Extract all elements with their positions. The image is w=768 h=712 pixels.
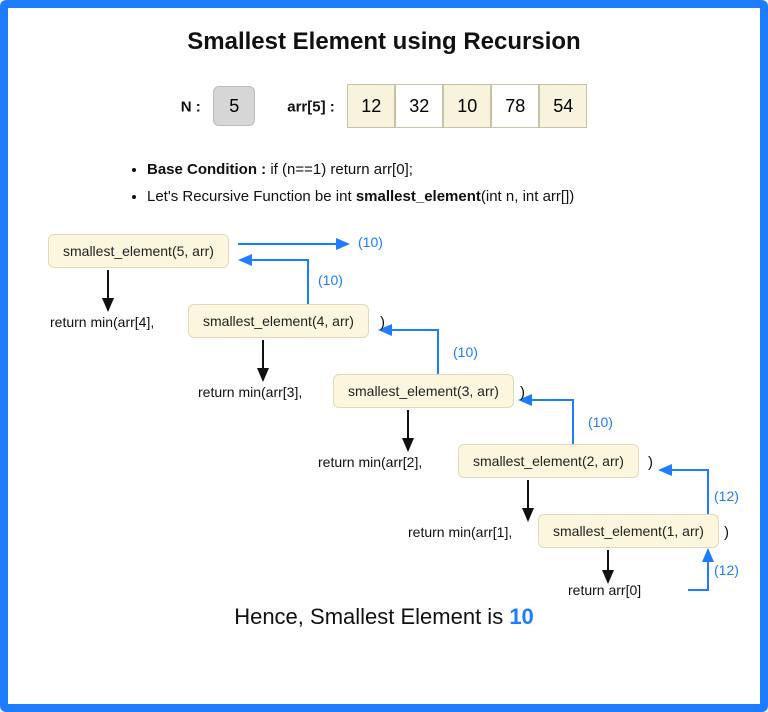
paren-3: ) bbox=[520, 384, 525, 401]
bullet-base: Base Condition : if (n==1) return arr[0]… bbox=[147, 156, 639, 183]
n-label: N : bbox=[181, 99, 201, 116]
paren-2: ) bbox=[648, 454, 653, 471]
call-3-box: smallest_element(3, arr) bbox=[333, 374, 514, 408]
page-title: Smallest Element using Recursion bbox=[8, 28, 760, 56]
paren-1: ) bbox=[724, 524, 729, 541]
call-5-box: smallest_element(5, arr) bbox=[48, 234, 229, 268]
array-cells: 12 32 10 78 54 bbox=[347, 84, 587, 128]
base-text: if (n==1) return arr[0]; bbox=[266, 161, 413, 178]
return-min-3: return min(arr[3], bbox=[198, 384, 302, 400]
n-group: N : 5 bbox=[181, 86, 255, 126]
conclusion-text: Hence, Smallest Element is bbox=[234, 604, 509, 629]
arr-label: arr[5] : bbox=[287, 99, 335, 116]
base-label: Base Condition : bbox=[147, 161, 266, 178]
arr-cell: 12 bbox=[347, 84, 395, 128]
return-val-1: (12) bbox=[714, 562, 739, 578]
fn-text: Let's Recursive Function be int bbox=[147, 188, 356, 205]
bullet-list: Base Condition : if (n==1) return arr[0]… bbox=[129, 156, 639, 210]
return-min-4: return min(arr[4], bbox=[50, 314, 154, 330]
conclusion: Hence, Smallest Element is 10 bbox=[8, 604, 760, 630]
bullet-fn: Let's Recursive Function be int smallest… bbox=[147, 183, 639, 210]
return-val-3: (10) bbox=[588, 414, 613, 430]
paren-4: ) bbox=[380, 314, 385, 331]
return-min-2: return min(arr[2], bbox=[318, 454, 422, 470]
call-1-box: smallest_element(1, arr) bbox=[538, 514, 719, 548]
return-val-5: (10) bbox=[318, 272, 343, 288]
diagram-frame: Smallest Element using Recursion N : 5 a… bbox=[0, 0, 768, 712]
arr-cell: 78 bbox=[491, 84, 539, 128]
inputs-row: N : 5 arr[5] : 12 32 10 78 54 bbox=[8, 84, 760, 128]
call-4-box: smallest_element(4, arr) bbox=[188, 304, 369, 338]
arr-cell: 32 bbox=[395, 84, 443, 128]
return-val-2: (12) bbox=[714, 488, 739, 504]
call-2-box: smallest_element(2, arr) bbox=[458, 444, 639, 478]
arr-cell: 10 bbox=[443, 84, 491, 128]
arr-cell: 54 bbox=[539, 84, 587, 128]
return-val-4: (10) bbox=[453, 344, 478, 360]
n-value: 5 bbox=[213, 86, 255, 126]
arr-group: arr[5] : 12 32 10 78 54 bbox=[287, 84, 587, 128]
conclusion-answer: 10 bbox=[509, 604, 533, 629]
return-min-1: return min(arr[1], bbox=[408, 524, 512, 540]
fn-tail: (int n, int arr[]) bbox=[481, 188, 574, 205]
fn-sig: smallest_element bbox=[356, 188, 481, 205]
recursion-diagram: smallest_element(5, arr) (10) return min… bbox=[8, 222, 760, 602]
return-arr0: return arr[0] bbox=[568, 582, 641, 598]
return-val-top: (10) bbox=[358, 234, 383, 250]
